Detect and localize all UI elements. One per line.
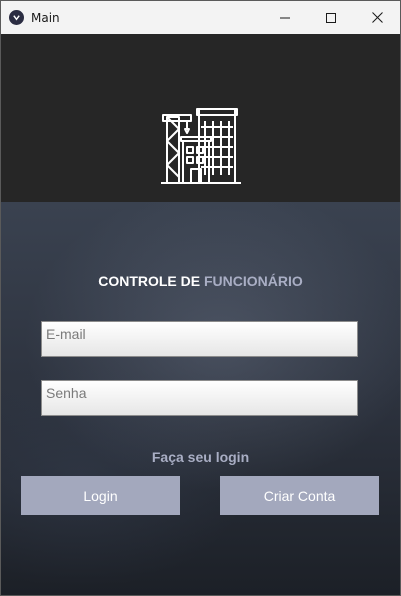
window-title: Main bbox=[31, 11, 60, 25]
maximize-icon bbox=[326, 12, 336, 23]
maximize-button[interactable] bbox=[308, 1, 354, 34]
app-icon bbox=[9, 10, 24, 25]
heading-text: CONTROLE DE bbox=[98, 273, 204, 289]
email-field[interactable] bbox=[41, 321, 358, 357]
title-bar: Main bbox=[1, 1, 400, 34]
minimize-icon bbox=[280, 17, 290, 18]
login-button[interactable]: Login bbox=[21, 476, 180, 515]
app-heading: CONTROLE DE FUNCIONÁRIO bbox=[1, 273, 400, 289]
login-subtitle: Faça seu login bbox=[151, 449, 250, 465]
close-icon bbox=[371, 12, 383, 23]
close-button[interactable] bbox=[354, 1, 400, 34]
buildings-icon bbox=[161, 108, 241, 184]
heading-accent-text: FUNCIONÁRIO bbox=[204, 273, 303, 289]
password-field[interactable] bbox=[41, 380, 358, 416]
create-account-button[interactable]: Criar Conta bbox=[220, 476, 379, 515]
minimize-button[interactable] bbox=[262, 1, 308, 34]
app-window: Main CONTROLE DE FUNCIONÁRIO E-mail Faça… bbox=[0, 0, 401, 596]
